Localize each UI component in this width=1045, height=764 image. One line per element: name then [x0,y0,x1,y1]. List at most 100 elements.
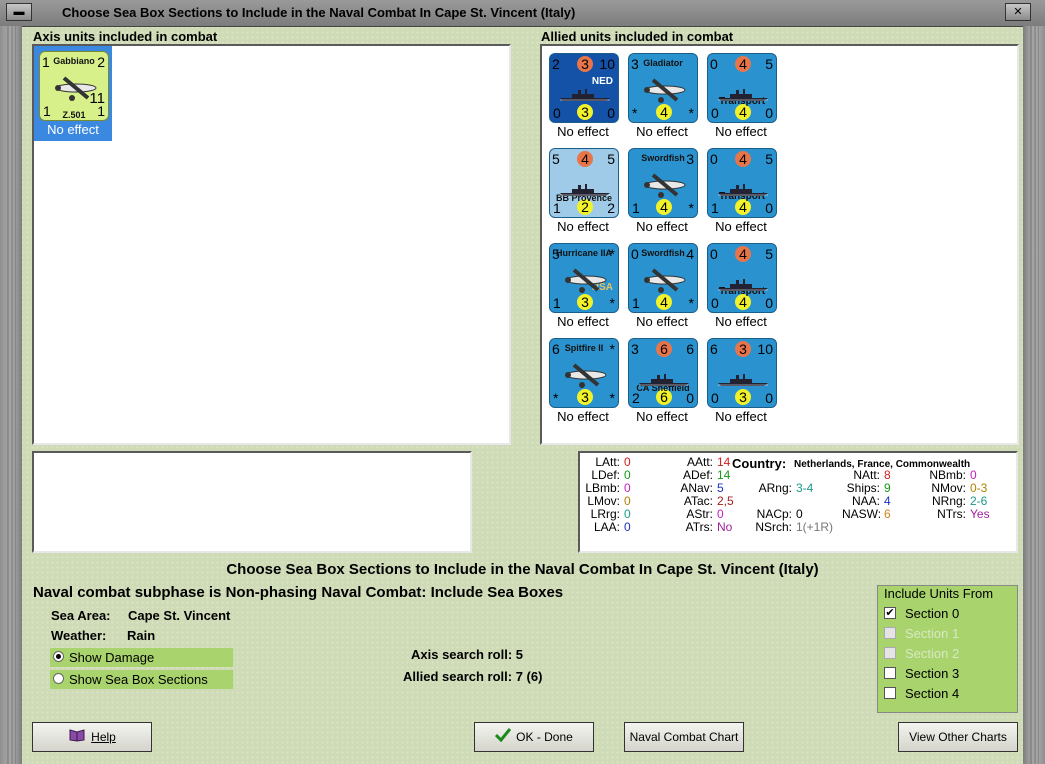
unit-counter-cell[interactable]: 5 * 1 * 3 Hurricane IIA RSA No effect [544,238,622,333]
stat-label: ATrs: [685,520,713,534]
show-sections-radio[interactable]: Show Sea Box Sections [50,670,233,689]
section-checkbox-4[interactable]: Section 4 [884,685,1004,703]
attack-value: 3 [631,341,639,357]
stat-row: LAtt: 0 [582,455,630,469]
window-menu-icon[interactable]: ▬ [6,3,32,21]
stat-row: NACp: 0 [754,507,803,521]
axis-units-panel[interactable]: 1 2 1 1 11 Gabbiano Z.501 No effect [32,44,511,445]
stat-row: AAtt: 14 [675,455,730,469]
axis-search-roll: Axis search roll: 5 [411,647,523,662]
radio-off-icon[interactable] [53,673,64,684]
stat-row: NAA: 4 [842,494,891,508]
bottom-left-value: 1 [553,295,561,311]
top-right-value: 6 [686,341,694,357]
stat-value: 0 [624,507,631,521]
show-damage-radio[interactable]: Show Damage [50,648,233,667]
stat-value: 14 [717,468,731,482]
unit-counter[interactable]: 6 * * * 3 Spitfire II [549,338,619,408]
view-other-charts-button[interactable]: View Other Charts [898,722,1018,752]
unit-counter[interactable]: 3 6 2 0 6 6 CA Sheffield [628,338,698,408]
stat-row: ANav: 5 [675,481,724,495]
help-button[interactable]: Help [32,722,152,752]
stat-value: 2-6 [970,494,988,508]
section-label: Section 1 [905,626,960,641]
unit-counter[interactable]: 0 5 0 0 4 4 Transport [707,243,777,313]
bottom-circle-value: 3 [577,104,593,120]
stat-label: NACp: [756,507,792,521]
unit-counter[interactable]: 0 5 0 0 4 4 Transport [707,53,777,123]
stat-row: LMov: 0 [582,494,630,508]
unit-counter-cell[interactable]: 6 10 0 0 3 3 No effect [702,333,780,428]
unit-effect-label: No effect [557,219,609,234]
ok-done-label: OK - Done [516,730,573,744]
unit-counter-cell[interactable]: 2 10 0 0 3 3 NED No effect [544,48,622,143]
ok-done-button[interactable]: OK - Done [474,722,594,752]
stat-value: 5 [717,481,724,495]
stat-row: LAA: 0 [582,520,631,534]
bottom-right-value: * [688,295,694,311]
unit-counter[interactable]: 6 10 0 0 3 3 [707,338,777,408]
bottom-right-value: 0 [607,105,615,121]
top-circle-value: 6 [656,341,672,357]
radio-on-icon[interactable] [53,651,64,662]
checkbox-icon[interactable] [884,687,896,699]
bottom-left-value: 0 [711,390,719,406]
unit-counter-cell[interactable]: 3 6 2 0 6 6 CA Sheffield No effect [623,333,701,428]
bottom-left-value: 0 [711,295,719,311]
unit-counter-cell[interactable]: 0 5 1 0 4 4 Transport No effect [702,143,780,238]
unit-counter-cell[interactable]: 5 5 1 2 4 2 BB Provence No effect [544,143,622,238]
unit-counter-cell[interactable]: 0 4 1 * 4 Swordfish No effect [623,238,701,333]
window-title: Choose Sea Box Sections to Include in th… [62,5,576,20]
checkbox-icon[interactable] [884,667,896,679]
top-circle-value: 4 [735,151,751,167]
section-checkbox-0[interactable]: ✔ Section 0 [884,605,1004,623]
unit-counter-cell[interactable]: 3 1 * 4 Swordfish No effect [623,143,701,238]
frame-right [1023,26,1045,764]
title-bar[interactable]: ▬ Choose Sea Box Sections to Include in … [0,0,1045,27]
section-checkbox-3[interactable]: Section 3 [884,665,1004,683]
unit-effect-label: No effect [557,124,609,139]
unit-counter-cell[interactable]: 6 * * * 3 Spitfire II No effect [544,333,622,428]
unit-counter[interactable]: 3 1 * 4 Swordfish [628,148,698,218]
stat-row: ATrs: No [675,520,733,534]
stat-value: 6 [884,507,891,521]
unit-name: Swordfish [641,153,685,163]
section-label: Section 4 [905,686,960,701]
unit-effect-label: No effect [715,314,767,329]
unit-counter-cell[interactable]: 0 5 0 0 4 4 Transport No effect [702,48,780,143]
bottom-right-value: * [688,105,694,121]
stat-row: ATac: 2,5 [675,494,734,508]
unit-counter[interactable]: 5 5 1 2 4 2 BB Provence [549,148,619,218]
unit-effect-label: No effect [557,409,609,424]
bottom-right-value: 0 [765,295,773,311]
top-right-value: 10 [599,56,615,72]
naval-combat-chart-button[interactable]: Naval Combat Chart [624,722,744,752]
attack-value: 2 [552,56,560,72]
section-label: Section 0 [905,606,960,621]
unit-counter[interactable]: 1 2 1 1 11 Gabbiano Z.501 [39,51,109,121]
unit-counter-cell[interactable]: 1 2 1 1 11 Gabbiano Z.501 No effect [34,46,112,141]
stat-value: 4 [884,494,891,508]
unit-counter[interactable]: 0 4 1 * 4 Swordfish [628,243,698,313]
stat-value: 2,5 [717,494,734,508]
close-icon[interactable]: ✕ [1005,3,1031,21]
unit-effect-label: No effect [636,314,688,329]
unit-counter[interactable]: 0 5 1 0 4 4 Transport [707,148,777,218]
stat-row: ADef: 14 [675,468,730,482]
stat-row: Ships: 9 [842,481,891,495]
checkbox-icon[interactable]: ✔ [884,607,896,619]
sea-area-label: Sea Area: [51,608,111,623]
stat-row: NBmb: 0 [928,468,976,482]
frame-left [0,26,22,764]
top-right-value: 5 [765,246,773,262]
stat-row: LRrg: 0 [582,507,631,521]
stat-label: ANav: [680,481,713,495]
attack-value: 6 [710,341,718,357]
unit-counter[interactable]: 3 * * 4 Gladiator [628,53,698,123]
weather-value: Rain [127,628,156,643]
unit-counter[interactable]: 2 10 0 0 3 3 NED [549,53,619,123]
allied-units-panel[interactable]: 2 10 0 0 3 3 NED No effect 3 * * 4 Gladiator No effec… [540,44,1019,445]
unit-counter[interactable]: 5 * 1 * 3 Hurricane IIA RSA [549,243,619,313]
unit-counter-cell[interactable]: 0 5 0 0 4 4 Transport No effect [702,238,780,333]
unit-counter-cell[interactable]: 3 * * 4 Gladiator No effect [623,48,701,143]
